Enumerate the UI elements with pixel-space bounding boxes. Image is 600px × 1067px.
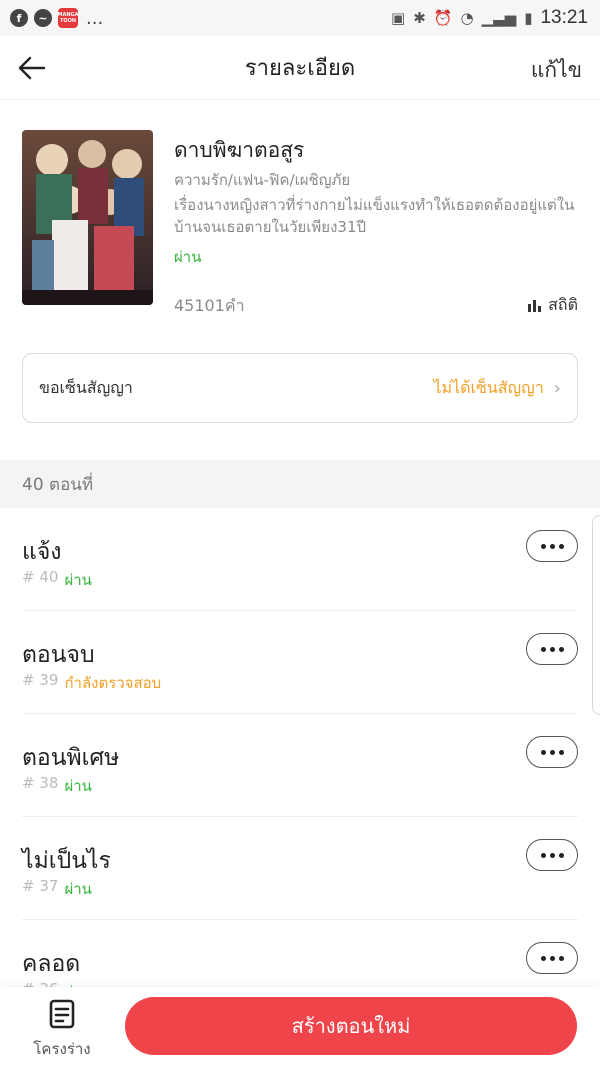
messenger-icon: ~: [34, 9, 52, 27]
chapter-item[interactable]: ตอนพิเศษ # 38 ผ่าน: [22, 714, 578, 817]
notification-icons: f ~ MANGA TOON ...: [10, 8, 103, 29]
status-bar: f ~ MANGA TOON ... ▣ ✱ ⏰ ◔ ▁▃▅ ▮ 13:21: [0, 0, 600, 36]
mangatoon-icon: MANGA TOON: [58, 8, 79, 28]
create-chapter-button[interactable]: สร้างตอนใหม่: [125, 997, 577, 1055]
stats-label: สถิติ: [548, 295, 578, 314]
contract-label: ขอเซ็นสัญญา: [39, 377, 133, 397]
book-genres: ความรัก/แฟน-ฟิค/เผชิญภัย: [174, 171, 351, 189]
chapter-title: ตอนจบ: [22, 642, 95, 668]
book-status: ผ่าน: [174, 248, 202, 266]
chapter-title: ไม่เป็นไร: [22, 848, 111, 874]
wifi-icon: ◔: [460, 9, 474, 27]
scroll-handle[interactable]: [592, 515, 600, 715]
chapter-number: # 38: [22, 774, 59, 792]
chapter-meta: # 39 กำลังตรวจสอบ: [22, 671, 161, 695]
book-info: ดาบพิฆาตอสูร ความรัก/แฟน-ฟิค/เผชิญภัย เร…: [22, 130, 578, 315]
word-count: 45101คำ: [174, 296, 245, 315]
more-icon[interactable]: [526, 942, 578, 974]
edit-button[interactable]: แก้ไข: [531, 54, 582, 87]
top-nav-bar: รายละเอียด แก้ไข: [0, 36, 600, 100]
chapter-title: คลอด: [22, 951, 81, 977]
contract-value: ไม่ได้เซ็นสัญญา: [433, 377, 544, 397]
chapter-number: # 40: [22, 568, 59, 586]
chapter-meta: # 38 ผ่าน: [22, 774, 92, 798]
chapter-item[interactable]: คลอด # 36 ผ่าน: [22, 920, 578, 988]
chapter-title: แจ้ง: [22, 539, 62, 565]
clock: 13:21: [540, 7, 588, 28]
outline-button[interactable]: โครงร่าง: [28, 999, 96, 1061]
chapter-list[interactable]: แจ้ง # 40 ผ่าน ตอนจบ # 39 กำลังตรวจสอบ ต…: [0, 508, 600, 988]
chapter-status: ผ่าน: [64, 777, 92, 795]
more-icon[interactable]: [526, 530, 578, 562]
stats-icon: [528, 299, 542, 312]
more-icon[interactable]: [526, 633, 578, 665]
book-cover-image: [22, 130, 153, 305]
sim-icon: ▣: [391, 9, 406, 27]
more-icon[interactable]: [526, 839, 578, 871]
more-notifications: ...: [86, 7, 104, 29]
bluetooth-icon: ✱: [413, 9, 426, 27]
chapter-meta: # 40 ผ่าน: [22, 568, 92, 592]
chapter-meta: # 37 ผ่าน: [22, 877, 92, 901]
more-icon[interactable]: [526, 736, 578, 768]
chapter-status: กำลังตรวจสอบ: [64, 674, 162, 692]
chapter-title: ตอนพิเศษ: [22, 745, 120, 771]
chapter-status: ผ่าน: [64, 880, 92, 898]
chapter-number: # 37: [22, 877, 59, 895]
chapters-count-header: 40 ตอนที่: [0, 460, 600, 508]
page-title: รายละเอียด: [244, 56, 356, 81]
contract-status: ไม่ได้เซ็นสัญญา ›: [433, 376, 561, 401]
system-icons: ▣ ✱ ⏰ ◔ ▁▃▅ ▮ 13:21: [391, 7, 588, 29]
stats-button[interactable]: สถิติ: [528, 293, 578, 318]
chapter-item[interactable]: แจ้ง # 40 ผ่าน: [22, 508, 578, 611]
battery-icon: ▮: [524, 9, 533, 27]
outline-label: โครงร่าง: [33, 1040, 91, 1058]
outline-icon: [49, 999, 75, 1029]
facebook-icon: f: [10, 9, 28, 27]
chapter-item[interactable]: ไม่เป็นไร # 37 ผ่าน: [22, 817, 578, 920]
signal-icon: ▁▃▅: [481, 9, 517, 27]
chapter-item[interactable]: ตอนจบ # 39 กำลังตรวจสอบ: [22, 611, 578, 714]
book-title: ดาบพิฆาตอสูร: [174, 138, 305, 162]
back-arrow-icon[interactable]: [16, 52, 48, 84]
contract-row[interactable]: ขอเซ็นสัญญา ไม่ได้เซ็นสัญญา ›: [22, 353, 578, 423]
book-description: เรื่องนางหญิงสาวที่ร่างกายไม่แข็งแรงทำให…: [174, 196, 575, 236]
alarm-icon: ⏰: [433, 9, 453, 27]
chevron-right-icon: ›: [553, 377, 561, 399]
chapter-status: ผ่าน: [64, 571, 92, 589]
chapter-number: # 39: [22, 671, 59, 689]
bottom-bar: โครงร่าง สร้างตอนใหม่: [0, 987, 600, 1067]
